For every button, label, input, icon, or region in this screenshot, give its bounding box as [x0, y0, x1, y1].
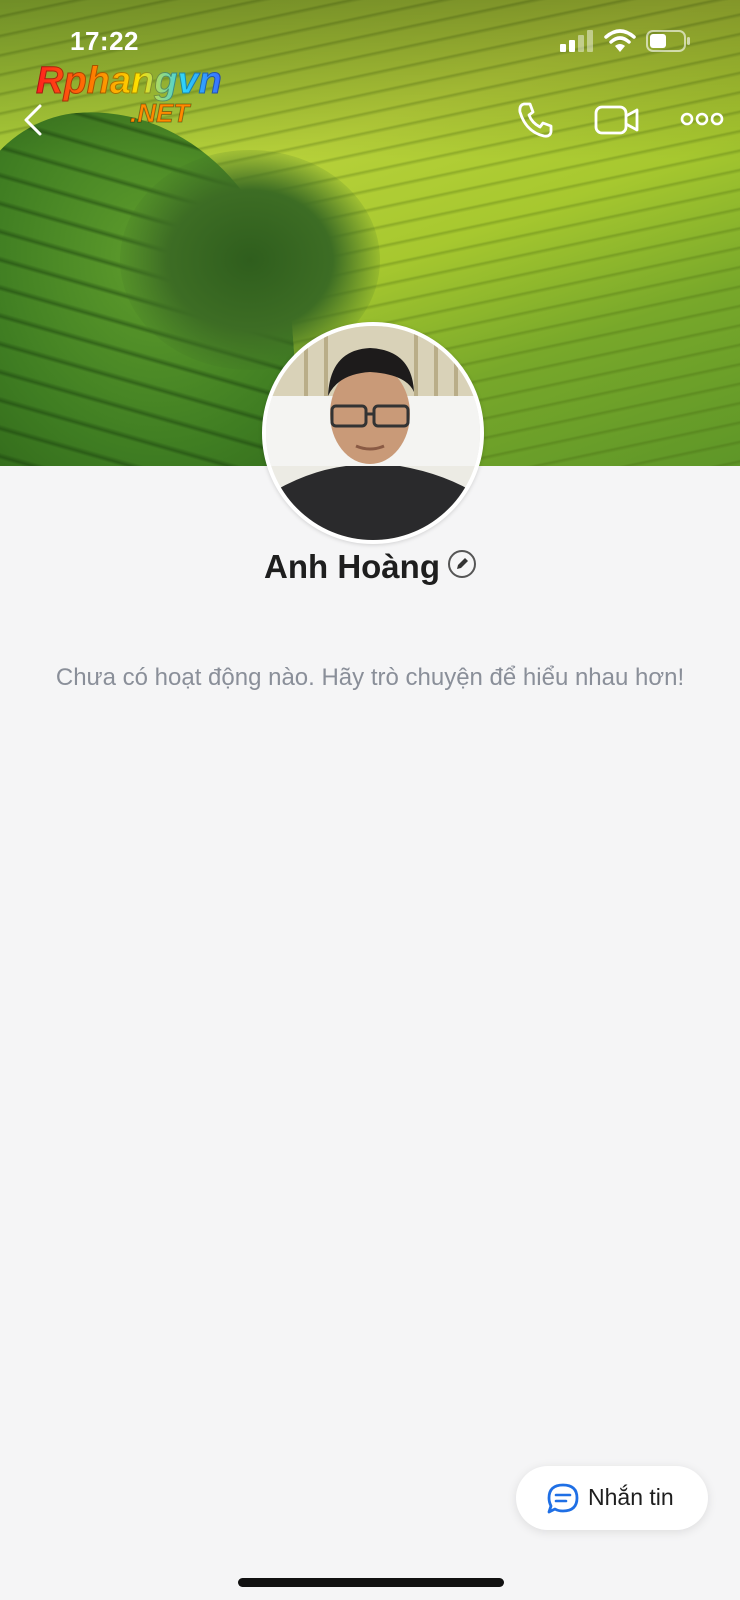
status-time: 17:22	[70, 26, 139, 56]
profile-header: Anh Hoàng	[0, 548, 740, 594]
chevron-left-icon[interactable]	[18, 100, 48, 140]
wifi-icon	[604, 29, 636, 52]
avatar[interactable]	[262, 322, 484, 544]
empty-activity-message: Chưa có hoạt động nào. Hãy trò chuyện để…	[55, 664, 685, 691]
send-message-label: Nhắn tin	[588, 1484, 674, 1510]
home-indicator[interactable]	[238, 1578, 504, 1587]
avatar-photo	[266, 326, 480, 540]
more-options-icon[interactable]	[680, 102, 724, 136]
pencil-icon[interactable]	[447, 550, 476, 578]
top-navigation	[0, 96, 740, 146]
chat-bubble-icon	[547, 1483, 579, 1514]
send-message-button[interactable]: Nhắn tin	[516, 1466, 708, 1530]
phone-icon[interactable]	[514, 98, 558, 142]
profile-name: Anh Hoàng	[264, 548, 440, 585]
battery-icon	[646, 30, 690, 52]
video-camera-icon[interactable]	[594, 100, 640, 140]
cellular-signal-icon	[560, 30, 593, 52]
